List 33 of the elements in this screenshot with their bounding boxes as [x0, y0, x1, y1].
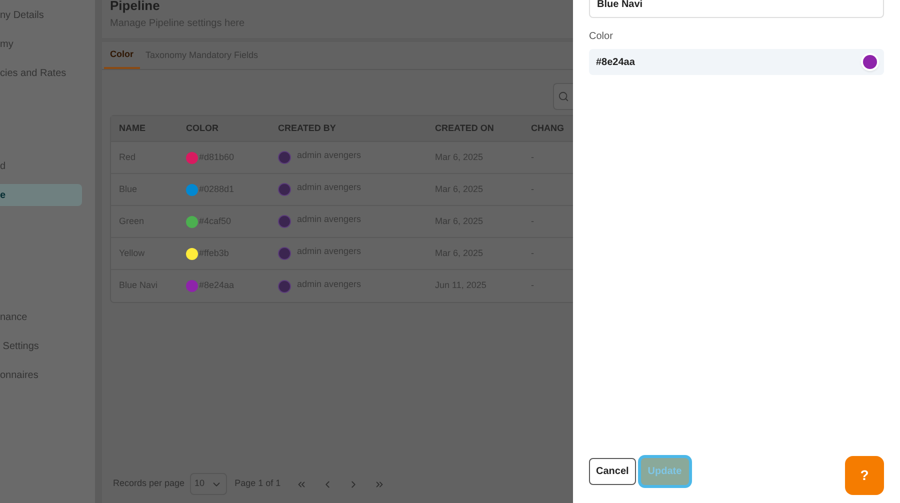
cancel-button[interactable]: Cancel	[589, 458, 636, 485]
table-cell-text: -	[531, 182, 535, 196]
column-header: CREATED BY	[278, 122, 337, 135]
avatar-icon	[278, 280, 291, 292]
search-icon	[558, 91, 569, 102]
avatar-icon	[278, 183, 291, 196]
column-header: COLOR	[186, 122, 220, 135]
sidebar-item[interactable]: Settings	[0, 335, 95, 357]
table-cell-text: -	[531, 150, 535, 164]
color-label: Color	[589, 30, 614, 44]
last-page-icon[interactable]	[374, 478, 385, 490]
table-cell-text: -	[531, 214, 535, 228]
avatar-icon	[278, 151, 291, 164]
color-value: #8e24aa	[596, 56, 635, 70]
first-page-icon[interactable]	[296, 478, 307, 490]
name-field[interactable]: Blue Navi	[589, 0, 884, 18]
avatar-icon	[278, 247, 291, 260]
column-header: CREATED ON	[435, 122, 495, 135]
sidebar-item[interactable]: ny Details	[0, 4, 95, 26]
sidebar-item[interactable]: nance	[0, 306, 95, 328]
color-field[interactable]: #8e24aa	[589, 49, 884, 75]
help-button[interactable]: ?	[845, 456, 884, 495]
table-cell-text: -	[531, 246, 535, 260]
sidebar-item[interactable]: e	[0, 184, 82, 206]
column-header: NAME	[118, 122, 146, 135]
page-title: Pipeline	[110, 0, 161, 12]
table-cell-text: -	[531, 279, 535, 292]
avatar-icon	[278, 215, 291, 228]
search-button[interactable]	[553, 83, 573, 110]
column-header: CHANG	[531, 122, 565, 135]
tab[interactable]: Color	[104, 42, 140, 69]
color-swatch[interactable]	[863, 55, 877, 69]
sidebar-item[interactable]: onnaires	[0, 364, 95, 386]
